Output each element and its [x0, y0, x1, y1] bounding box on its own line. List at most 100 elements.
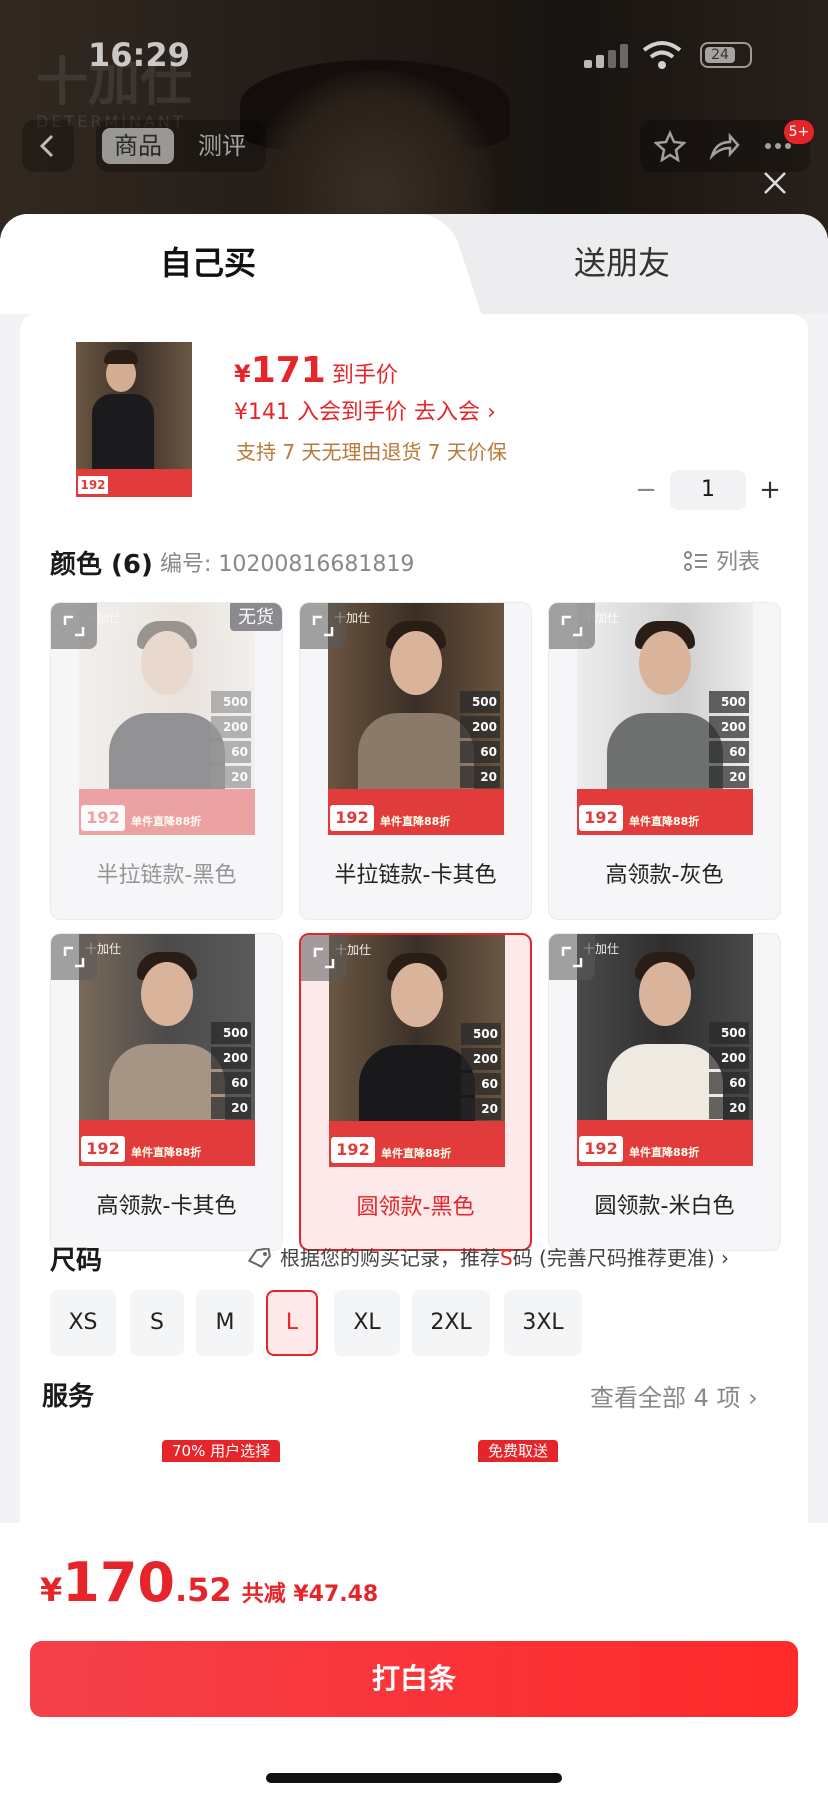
- color-option-image: 十加仕 500 200 60 20 192 单件直降88折: [79, 603, 255, 835]
- promo-price: 192: [81, 1136, 125, 1162]
- size-option[interactable]: L: [266, 1290, 318, 1356]
- size-option[interactable]: XS: [50, 1290, 116, 1356]
- color-option-label: 半拉链款-卡其色: [334, 863, 497, 888]
- final-price: ¥171 到手价: [234, 350, 398, 391]
- price-value: 171: [250, 350, 326, 391]
- promo-stack-value: 60: [460, 741, 500, 763]
- promo-stack-value: 60: [709, 1072, 749, 1094]
- list-icon: [684, 551, 707, 571]
- color-option-label: 高领款-灰色: [605, 863, 724, 888]
- tab-buy-as-gift[interactable]: 送朋友: [574, 238, 670, 284]
- promo-stack-value: 20: [709, 766, 749, 788]
- promo-text: 单件直降88折: [381, 1147, 452, 1160]
- promo-stack-value: 20: [461, 1098, 501, 1120]
- total-saving: 共减 ¥47.48: [241, 1582, 379, 1607]
- promo-stack: 500 200 60 20: [211, 1022, 251, 1122]
- member-price-link[interactable]: ¥141 入会到手价 去入会 ›: [234, 394, 496, 426]
- list-view-toggle[interactable]: 列表: [684, 544, 760, 576]
- color-option-label: 圆领款-米白色: [594, 1194, 735, 1219]
- size-option[interactable]: M: [196, 1290, 254, 1356]
- size-option[interactable]: 3XL: [504, 1290, 582, 1356]
- star-icon[interactable]: [654, 130, 686, 162]
- color-option-label: 半拉链款-黑色: [96, 863, 237, 888]
- promo-text: 单件直降88折: [380, 815, 451, 828]
- color-option-image: 十加仕 500 200 60 20 192 单件直降88折: [577, 603, 753, 835]
- promo-stack-value: 500: [211, 1022, 251, 1044]
- expand-icon: [561, 946, 583, 968]
- back-button[interactable]: [22, 120, 74, 172]
- promo-stack-value: 500: [460, 691, 500, 713]
- wifi-icon: [642, 41, 682, 69]
- expand-image-button[interactable]: [51, 603, 97, 649]
- color-section-title: 颜色 (6): [50, 550, 153, 580]
- color-option-image: 十加仕 500 200 60 20 192 单件直降88折: [329, 935, 505, 1167]
- tab-buy-for-self[interactable]: 自己买: [160, 238, 256, 284]
- promo-stack: 500 200 60 20: [211, 691, 251, 791]
- promo-stack-value: 200: [460, 716, 500, 738]
- close-icon[interactable]: [760, 168, 790, 198]
- size-option[interactable]: S: [130, 1290, 184, 1356]
- promo-stack: 500 200 60 20: [461, 1023, 501, 1123]
- price-suffix: 到手价: [331, 363, 398, 388]
- chevron-left-icon: [39, 134, 54, 158]
- color-option[interactable]: 十加仕 500 200 60 20 192 单件直降88折 高领款-灰色: [548, 602, 781, 920]
- quantity-decrease-button[interactable]: −: [628, 470, 664, 510]
- tab-product[interactable]: 商品: [102, 128, 174, 164]
- sku-panel: 192 ¥171 到手价 ¥141 入会到手价 去入会 › 支持 7 天无理由退货…: [20, 314, 808, 1734]
- color-option[interactable]: 十加仕 500 200 60 20 192 单件直降88折 高领款-卡其色: [50, 933, 283, 1251]
- pay-with-baitiao-button[interactable]: 打白条: [30, 1641, 798, 1717]
- home-indicator: [266, 1773, 562, 1783]
- color-option-image: 十加仕 500 200 60 20 192 单件直降88折: [328, 603, 504, 835]
- quantity-value[interactable]: 1: [670, 470, 746, 510]
- size-hint-suffix: 码 (完善尺码推荐更准) ›: [512, 1246, 730, 1270]
- color-option[interactable]: 十加仕 500 200 60 20 192 单件直降88折 圆领款-黑色: [299, 933, 532, 1251]
- promo-price: 192: [81, 805, 125, 831]
- total-integer: 170: [62, 1551, 175, 1614]
- expand-icon: [561, 615, 583, 637]
- quantity-stepper: − 1 +: [628, 470, 788, 510]
- share-icon[interactable]: [708, 130, 740, 162]
- tab-review[interactable]: 测评: [186, 128, 258, 164]
- size-hint-size: S: [500, 1246, 513, 1270]
- promo-price: 192: [331, 1137, 375, 1163]
- size-option[interactable]: XL: [334, 1290, 400, 1356]
- promo-stack-value: 200: [709, 1047, 749, 1069]
- promo-stack-value: 200: [211, 716, 251, 738]
- size-option[interactable]: 2XL: [412, 1290, 490, 1356]
- size-recommendation-link[interactable]: 根据您的购买记录，推荐S码 (完善尺码推荐更准) ›: [246, 1242, 729, 1271]
- expand-image-button[interactable]: [51, 934, 97, 980]
- promo-price: 192: [330, 805, 374, 831]
- service-view-all-link[interactable]: 查看全部 4 项 ›: [590, 1378, 758, 1413]
- battery-level: 24: [705, 47, 735, 63]
- message-badge: 5+: [784, 120, 814, 144]
- price-currency: ¥: [234, 360, 251, 388]
- service-tag-free-pickup: 免费取送: [478, 1440, 559, 1462]
- color-option[interactable]: 十加仕 500 200 60 20 192 单件直降88折 半拉链款-黑色 无货: [50, 602, 283, 920]
- color-option[interactable]: 十加仕 500 200 60 20 192 单件直降88折 半拉链款-卡其色: [299, 602, 532, 920]
- promo-stack-value: 500: [709, 1022, 749, 1044]
- promo-text: 单件直降88折: [131, 1146, 202, 1159]
- status-time: 16:29: [88, 36, 190, 74]
- expand-icon: [63, 615, 85, 637]
- promo-stack-value: 60: [461, 1073, 501, 1095]
- expand-image-button[interactable]: [549, 934, 595, 980]
- total-currency: ¥: [40, 1571, 63, 1609]
- expand-image-button[interactable]: [301, 935, 347, 981]
- promo-stack: 500 200 60 20: [709, 1022, 749, 1122]
- promo-stack-value: 20: [211, 1097, 251, 1119]
- promo-stack-value: 500: [709, 691, 749, 713]
- size-section-title: 尺码: [50, 1246, 103, 1276]
- signal-icon: [584, 44, 632, 68]
- promo-stack: 500 200 60 20: [460, 691, 500, 791]
- expand-image-button[interactable]: [549, 603, 595, 649]
- color-option[interactable]: 十加仕 500 200 60 20 192 单件直降88折 圆领款-米白色: [548, 933, 781, 1251]
- quantity-increase-button[interactable]: +: [752, 470, 788, 510]
- color-option-label: 高领款-卡其色: [96, 1194, 237, 1219]
- thumb-promo-price: 192: [78, 476, 108, 494]
- service-section-title: 服务: [42, 1382, 95, 1412]
- promo-stack-value: 20: [709, 1097, 749, 1119]
- product-thumbnail[interactable]: 192: [76, 342, 192, 497]
- expand-image-button[interactable]: [300, 603, 346, 649]
- promo-price: 192: [579, 1136, 623, 1162]
- promo-stack-value: 60: [709, 741, 749, 763]
